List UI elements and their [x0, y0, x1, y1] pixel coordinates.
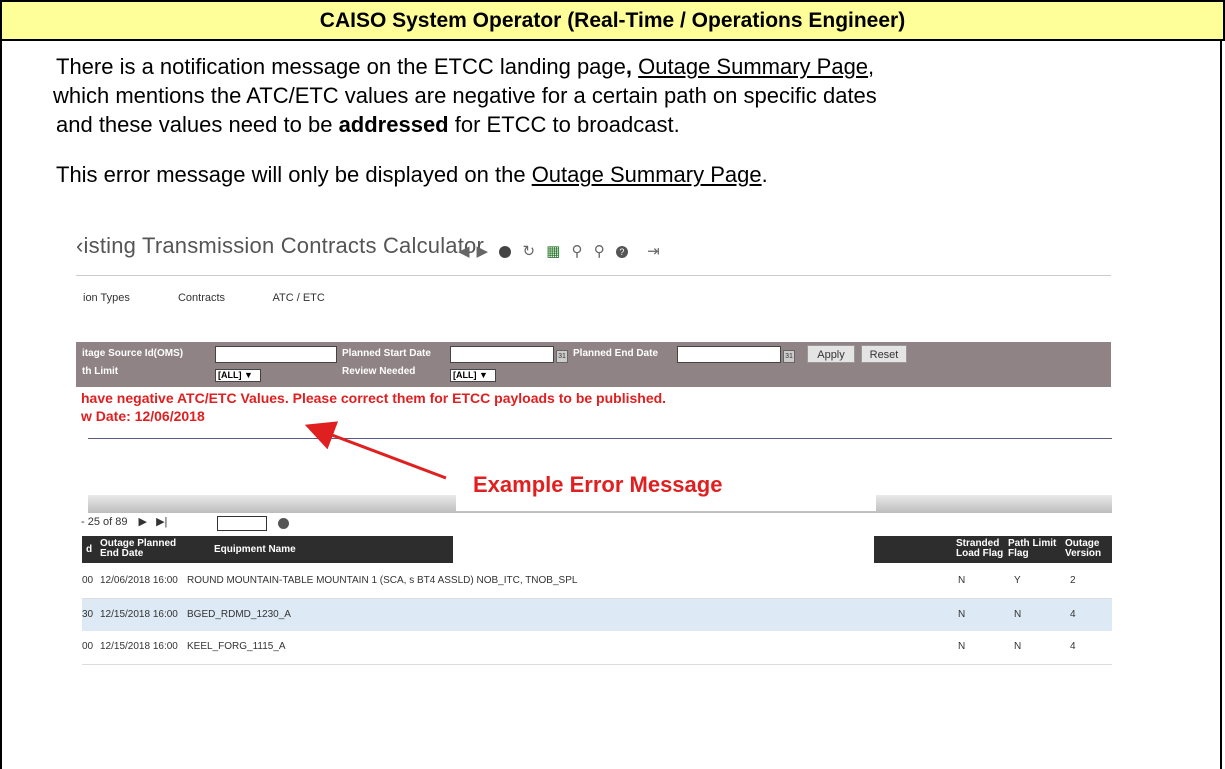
addressed-bold: addressed [338, 112, 449, 137]
col-header-equipment[interactable]: Equipment Name [214, 545, 296, 555]
cell-id: 30 [82, 609, 94, 620]
next-page-icon[interactable]: ▶ [139, 516, 147, 528]
para1-line2: which mentions the ATC/ETC values are ne… [53, 83, 877, 108]
outage-source-input[interactable] [215, 346, 337, 363]
outage-source-label: itage Source Id(OMS) [82, 348, 184, 359]
review-needed-label: Review Needed [342, 366, 416, 377]
para1-line3-end: for ETCC to broadcast. [448, 112, 680, 137]
path-limit-label: th Limit [82, 366, 119, 377]
pager: - 25 of 89 ▶ ▶| [81, 515, 167, 528]
col-header[interactable]: d [86, 545, 92, 555]
cell-equipment: BGED_RDMD_1230_A [187, 609, 291, 620]
planned-start-label: Planned Start Date [342, 348, 431, 359]
planned-start-input[interactable] [450, 346, 554, 363]
zoom-out-icon[interactable]: ⚲ [572, 243, 583, 260]
path-limit-value: [ALL] [218, 370, 242, 380]
annotation-label: Example Error Message [473, 472, 723, 497]
note-paragraph: This error message will only be displaye… [56, 162, 768, 188]
table-header: d Outage Planned End Date Equipment Name [82, 536, 453, 563]
chevron-down-icon: ▼ [479, 370, 488, 380]
apply-button[interactable]: Apply [807, 345, 855, 363]
cell-version: 4 [1070, 609, 1076, 620]
forward-icon[interactable]: ▶ [477, 243, 489, 260]
description-paragraph: There is a notification message on the E… [53, 52, 1176, 139]
cell-version: 2 [1070, 575, 1076, 586]
app-title: ‹isting Transmission Contracts Calculato… [76, 233, 485, 258]
excel-icon[interactable]: ▦ [546, 243, 560, 260]
row-divider [82, 664, 1112, 665]
para1-comma: , [625, 54, 633, 79]
reset-button[interactable]: Reset [861, 345, 907, 363]
error-message: have negative ATC/ETC Values. Please cor… [81, 390, 667, 406]
cell-path-limit: Y [1014, 575, 1021, 586]
path-limit-select[interactable]: [ALL] ▼ [215, 369, 261, 382]
calendar-icon[interactable]: 31 [556, 350, 568, 363]
cell-stranded: N [958, 641, 966, 652]
planned-end-input[interactable] [677, 346, 781, 363]
refresh-icon[interactable]: ↻ [522, 243, 535, 260]
table-row[interactable]: 00 12/15/2018 16:00 KEEL_FORG_1115_A N N… [82, 631, 1112, 663]
cell-equipment: KEEL_FORG_1115_A [187, 641, 286, 652]
col-header-end-date[interactable]: Outage Planned End Date [100, 539, 176, 559]
para2-end: . [761, 162, 768, 187]
cell-end-date: 12/15/2018 16:00 [100, 641, 178, 652]
table-header-right: Stranded Load Flag Path Limit Flag Outage V… [874, 536, 1112, 563]
nav-item-atc-etc[interactable]: ATC / ETC [272, 292, 324, 304]
last-page-icon[interactable]: ▶| [156, 516, 167, 528]
col-header-version[interactable]: Outage Version [1065, 539, 1101, 559]
outage-summary-link-2[interactable]: Outage Summary Page [532, 162, 762, 187]
cell-end-date: 12/06/2018 16:00 [100, 575, 178, 586]
col-path-l2: Flag [1008, 548, 1029, 559]
stop-icon[interactable] [499, 246, 512, 259]
chevron-down-icon: ▼ [244, 370, 253, 380]
back-icon[interactable]: ◀ [458, 243, 470, 260]
cell-id: 00 [82, 575, 94, 586]
divider [88, 438, 1112, 439]
divider [76, 275, 1111, 276]
toolbar: ◀ ▶ ↻ ▦ ⚲ ⚲ ? ⇥ [458, 242, 667, 260]
col-header-path-limit[interactable]: Path Limit Flag [1008, 539, 1056, 559]
para2-text: This error message will only be displaye… [56, 162, 532, 187]
table-row[interactable]: 30 12/15/2018 16:00 BGED_RDMD_1230_A N N… [82, 599, 1112, 631]
cell-version: 4 [1070, 641, 1076, 652]
col-stranded-l2: Load Flag [956, 548, 1004, 559]
col-version-l2: Version [1065, 548, 1102, 559]
planned-end-label: Planned End Date [573, 348, 659, 359]
nav-menu: ion Types Contracts ATC / ETC [83, 292, 370, 304]
annotation-arrow [304, 421, 447, 480]
pager-text: - 25 of 89 [81, 516, 128, 528]
error-review-date: w Date: 12/06/2018 [81, 408, 205, 424]
para1-line3: and these values need to be [56, 112, 339, 137]
col-end-date-l2: End Date [100, 548, 144, 559]
review-needed-select[interactable]: [ALL] ▼ [450, 369, 496, 382]
para1-punct: , [868, 54, 875, 79]
page-number-input[interactable] [217, 516, 267, 531]
cell-stranded: N [958, 575, 966, 586]
outage-summary-link[interactable]: Outage Summary Page [638, 54, 868, 79]
cell-equipment: ROUND MOUNTAIN-TABLE MOUNTAIN 1 (SCA, s … [187, 575, 578, 586]
zoom-in-icon[interactable]: ⚲ [594, 243, 605, 260]
go-icon[interactable] [278, 518, 289, 529]
cell-id: 00 [82, 641, 94, 652]
filter-panel: itage Source Id(OMS) th Limit [ALL] ▼ Pl… [76, 342, 1111, 387]
app-screenshot: ‹isting Transmission Contracts Calculato… [56, 228, 1130, 698]
slide-title: CAISO System Operator (Real-Time / Opera… [319, 9, 906, 32]
calendar-icon[interactable]: 31 [783, 350, 795, 363]
logout-icon[interactable]: ⇥ [647, 243, 660, 260]
cell-end-date: 12/15/2018 16:00 [100, 609, 178, 620]
col-header-stranded[interactable]: Stranded Load Flag [956, 539, 1003, 559]
para1-text: There is a notification message on the E… [56, 54, 626, 79]
cell-path-limit: N [1014, 641, 1022, 652]
nav-item-types[interactable]: ion Types [83, 292, 130, 304]
table-row[interactable]: 00 12/06/2018 16:00 ROUND MOUNTAIN-TABLE… [82, 565, 1112, 597]
cell-path-limit: N [1014, 609, 1022, 620]
slide-header: CAISO System Operator (Real-Time / Opera… [0, 0, 1225, 41]
review-needed-value: [ALL] [453, 370, 477, 380]
nav-item-contracts[interactable]: Contracts [178, 292, 225, 304]
help-icon[interactable]: ? [615, 246, 628, 259]
cell-stranded: N [958, 609, 966, 620]
